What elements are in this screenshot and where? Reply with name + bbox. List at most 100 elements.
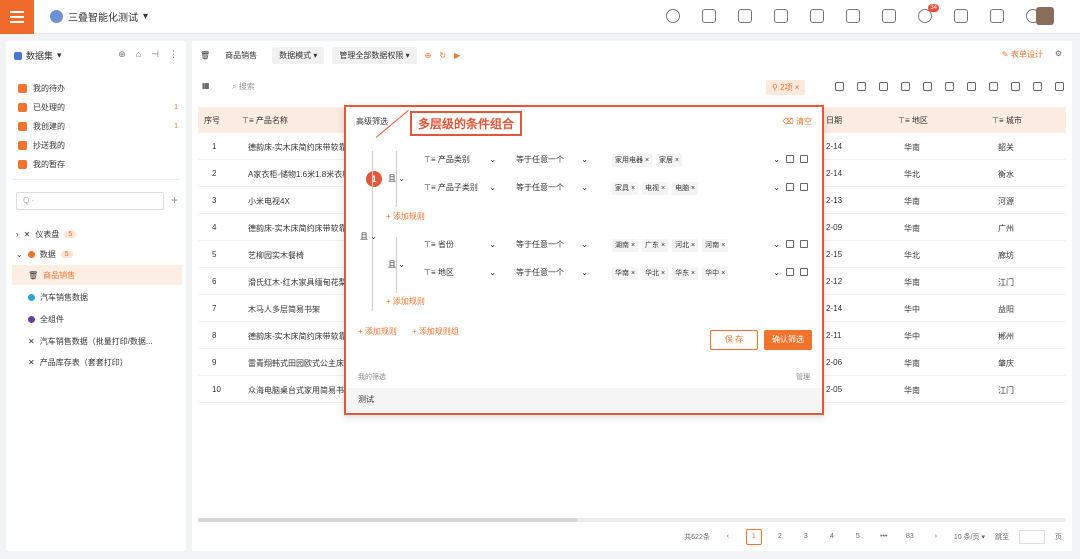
search-icon[interactable]: [666, 9, 680, 23]
field-select[interactable]: ⊤≡ 地区 ⌄: [420, 264, 500, 282]
edit-icon[interactable]: [1033, 82, 1042, 91]
value-tag[interactable]: 华东 ×: [672, 266, 699, 280]
collapse-icon[interactable]: ⊣: [151, 49, 159, 60]
clipboard-icon[interactable]: [882, 9, 896, 23]
home-icon[interactable]: [702, 9, 716, 23]
page-button[interactable]: 5: [850, 529, 866, 545]
active-filter-chip[interactable]: ⚲ 2项 ×: [766, 80, 806, 95]
avatar[interactable]: [1036, 7, 1054, 25]
page-button[interactable]: 3: [798, 529, 814, 545]
column-header[interactable]: 日期: [826, 115, 842, 126]
value-tag[interactable]: 家具 ×: [612, 181, 639, 195]
download-icon[interactable]: [990, 9, 1004, 23]
add-rule-group-button[interactable]: + 添加规则组: [412, 326, 459, 337]
page-button[interactable]: 4: [824, 529, 840, 545]
field-select[interactable]: ⊤≡ 省份 ⌄: [420, 236, 500, 254]
export-icon[interactable]: [989, 82, 998, 91]
print-icon[interactable]: [1011, 82, 1020, 91]
page-button[interactable]: 83: [902, 529, 918, 545]
tree-item-car-sales[interactable]: 汽车销售数据: [12, 287, 182, 307]
prev-page-button[interactable]: ‹: [720, 529, 736, 545]
tree-item-inventory[interactable]: ✕ 产品库存表（套套打印）: [12, 352, 182, 372]
shirt-icon[interactable]: [954, 9, 968, 23]
value-multiselect[interactable]: 家用电器 × 家居 × ⌄: [604, 151, 784, 169]
tree-item-dashboard[interactable]: › ✕ 仪表盘 5: [12, 224, 182, 244]
value-tag[interactable]: 广东 ×: [642, 238, 669, 252]
copy-icon[interactable]: [786, 240, 794, 248]
column-header[interactable]: ⊤≡ 产品名称: [242, 115, 288, 126]
refresh-icon[interactable]: ↻: [439, 51, 446, 60]
value-tag[interactable]: 华中 ×: [702, 266, 729, 280]
page-size-select[interactable]: 10 条/页 ▾: [954, 532, 985, 542]
sidebar-search-input[interactable]: Q -: [16, 192, 164, 210]
copy-icon[interactable]: [786, 155, 794, 163]
operator-select[interactable]: 等于任意一个 ⌄: [512, 236, 592, 254]
column-header[interactable]: ⊤≡ 地区: [898, 115, 928, 126]
field-select[interactable]: ⊤≡ 产品子类别 ⌄: [420, 179, 500, 197]
logic-and-group1[interactable]: 且 ⌄: [388, 173, 405, 184]
add-rule-button[interactable]: + 添加规则: [386, 296, 425, 307]
field-select[interactable]: ⊤≡ 产品类别 ⌄: [420, 151, 500, 169]
value-tag[interactable]: 家居 ×: [656, 153, 683, 167]
operator-select[interactable]: 等于任意一个 ⌄: [512, 264, 592, 282]
settings-icon[interactable]: ⚙: [1055, 49, 1062, 60]
value-multiselect[interactable]: 湖南 × 广东 × 河北 × 河南 × ⌄: [604, 236, 784, 254]
value-tag[interactable]: 华南 ×: [612, 266, 639, 280]
columns-icon[interactable]: [857, 82, 866, 91]
sidebar-item-drafts[interactable]: 我的暂存: [18, 159, 178, 170]
clear-button[interactable]: ⌫ 清空: [782, 116, 812, 127]
delete-icon[interactable]: [923, 82, 932, 91]
permission-dropdown[interactable]: 管理全部数据权限 ▾: [332, 46, 417, 64]
value-tag[interactable]: 电脑 ×: [672, 181, 699, 195]
logic-and-outer[interactable]: 且 ⌄: [360, 231, 377, 242]
value-tag[interactable]: 电视 ×: [642, 181, 669, 195]
search-input[interactable]: ⌕ 搜索: [232, 81, 255, 92]
sidebar-item-cc[interactable]: 抄送我的: [18, 140, 178, 151]
page-button[interactable]: 2: [772, 529, 788, 545]
add-rule-button[interactable]: + 添加规则: [386, 211, 425, 222]
import-icon[interactable]: [967, 82, 976, 91]
horizontal-scrollbar[interactable]: [198, 518, 1066, 522]
value-tag[interactable]: 河南 ×: [702, 238, 729, 252]
copy-icon[interactable]: [786, 183, 794, 191]
sidebar-item-todo[interactable]: 我的待办: [18, 83, 178, 94]
value-multiselect[interactable]: 家具 × 电视 × 电脑 × ⌄: [604, 179, 784, 197]
tree-item-car-sales-print[interactable]: ✕ 汽车销售数据（批量打印/数据...: [12, 331, 182, 351]
tree-item-all-components[interactable]: 全组件: [12, 309, 182, 329]
value-tag[interactable]: 河北 ×: [672, 238, 699, 252]
value-tag[interactable]: 华北 ×: [642, 266, 669, 280]
manage-link[interactable]: 管理: [796, 372, 810, 382]
add-icon[interactable]: +: [171, 193, 178, 207]
delete-icon[interactable]: [800, 183, 808, 191]
sidebar-item-created[interactable]: 我创建的 1: [18, 121, 178, 132]
mode-dropdown[interactable]: 数据模式 ▾: [272, 46, 325, 64]
dataset-selector[interactable]: 数据集 ▾: [14, 49, 62, 62]
value-tag[interactable]: 家用电器 ×: [612, 153, 653, 167]
value-multiselect[interactable]: 华南 × 华北 × 华东 × 华中 × ⌄: [604, 264, 784, 282]
logic-and-group2[interactable]: 且 ⌄: [388, 259, 405, 270]
play-circle-icon[interactable]: ▶: [454, 51, 460, 60]
column-header[interactable]: ⊤≡ 城市: [992, 115, 1022, 126]
tree-item-data[interactable]: ⌄ 数据 5: [12, 244, 182, 264]
add-circle-icon[interactable]: ⊕: [118, 49, 126, 60]
settings-icon[interactable]: [1055, 82, 1064, 91]
delete-icon[interactable]: [800, 240, 808, 248]
sidebar-item-processed[interactable]: 已处理的 1: [18, 102, 178, 113]
bell-icon[interactable]: 34: [918, 4, 939, 23]
form-design-button[interactable]: ✎ 表单设计: [1002, 49, 1043, 60]
value-tag[interactable]: 湖南 ×: [612, 238, 639, 252]
history-icon[interactable]: [901, 82, 910, 91]
delete-icon[interactable]: [800, 155, 808, 163]
grid-view-icon[interactable]: ▦: [202, 81, 210, 90]
layout-icon[interactable]: [810, 9, 824, 23]
operator-select[interactable]: 等于任意一个 ⌄: [512, 179, 592, 197]
card-icon[interactable]: [846, 9, 860, 23]
home-icon[interactable]: ⌂: [136, 49, 141, 60]
add-circle-icon[interactable]: ⊕: [425, 51, 432, 60]
grid-icon[interactable]: [738, 9, 752, 23]
more-icon[interactable]: ⋮: [169, 49, 178, 60]
hamburger-menu-button[interactable]: [0, 0, 34, 34]
scrollbar-thumb[interactable]: [198, 518, 578, 522]
view-icon[interactable]: [945, 82, 954, 91]
page-button[interactable]: 1: [745, 529, 762, 545]
